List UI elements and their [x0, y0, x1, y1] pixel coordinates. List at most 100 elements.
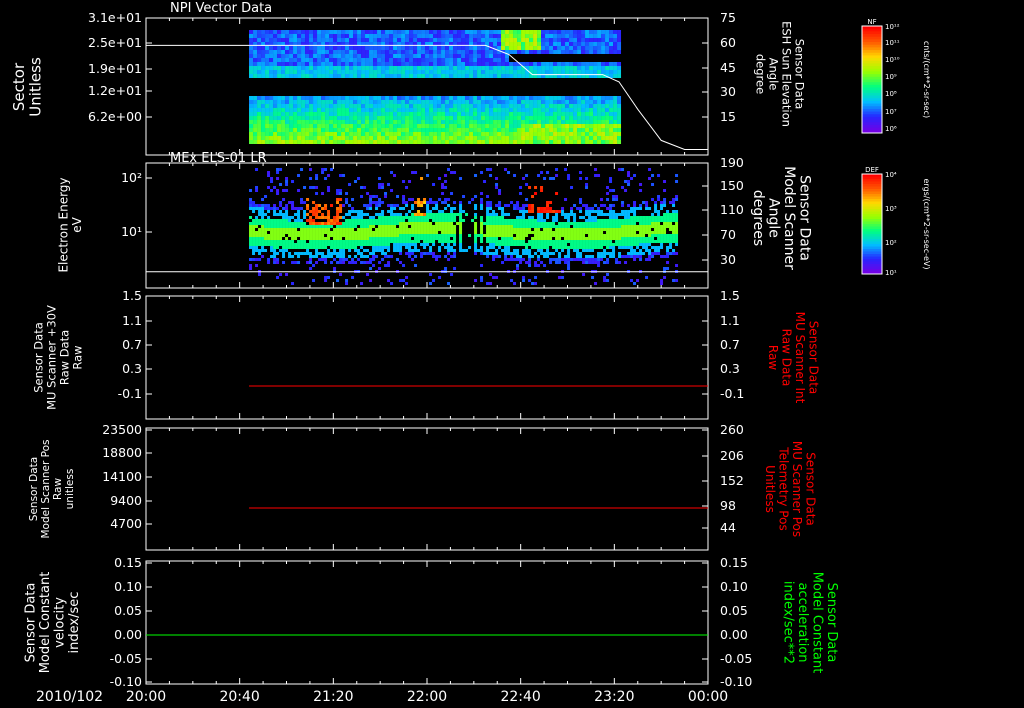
heatmap-cell — [557, 128, 562, 132]
heatmap-cell — [277, 74, 282, 78]
heatmap-cell — [675, 225, 679, 228]
heatmap-cell — [567, 237, 571, 240]
heatmap-cell — [480, 222, 484, 225]
heatmap-cell — [449, 116, 454, 120]
heatmap-cell — [585, 46, 590, 50]
heatmap-cell — [324, 279, 328, 282]
heatmap-cell — [558, 276, 562, 279]
heatmap-cell — [405, 66, 410, 70]
heatmap-cell — [291, 243, 295, 246]
heatmap-cell — [270, 177, 274, 180]
heatmap-cell — [593, 96, 598, 100]
heatmap-cell — [258, 237, 262, 240]
heatmap-cell — [315, 174, 319, 177]
heatmap-cell — [389, 124, 394, 128]
heatmap-cell — [577, 96, 582, 100]
heatmap-cell — [381, 231, 385, 234]
heatmap-cell — [627, 183, 631, 186]
heatmap-cell — [457, 140, 462, 144]
heatmap-cell — [552, 210, 556, 213]
heatmap-cell — [495, 183, 499, 186]
heatmap-cell — [447, 216, 451, 219]
heatmap-cell — [405, 38, 410, 42]
heatmap-cell — [289, 116, 294, 120]
heatmap-cell — [461, 124, 466, 128]
heatmap-cell — [327, 186, 331, 189]
heatmap-cell — [354, 234, 358, 237]
heatmap-cell — [329, 38, 334, 42]
heatmap-cell — [537, 100, 542, 104]
heatmap-cell — [417, 30, 422, 34]
heatmap-cell — [481, 70, 486, 74]
heatmap-cell — [600, 222, 604, 225]
heatmap-cell — [305, 70, 310, 74]
heatmap-cell — [597, 213, 601, 216]
heatmap-cell — [585, 255, 589, 258]
right-y-tick-label: 60 — [720, 35, 736, 50]
heatmap-cell — [330, 234, 334, 237]
heatmap-cell — [285, 177, 289, 180]
heatmap-cell — [612, 231, 616, 234]
heatmap-cell — [273, 255, 277, 258]
heatmap-cell — [528, 258, 532, 261]
heatmap-cell — [381, 183, 385, 186]
heatmap-cell — [309, 104, 314, 108]
heatmap-cell — [594, 222, 598, 225]
heatmap-cell — [577, 112, 582, 116]
heatmap-cell — [510, 228, 514, 231]
heatmap-cell — [309, 58, 314, 62]
heatmap-cell — [549, 210, 553, 213]
heatmap-cell — [585, 140, 590, 144]
heatmap-cell — [433, 104, 438, 108]
heatmap-cell — [561, 136, 566, 140]
heatmap-cell — [663, 180, 667, 183]
heatmap-cell — [537, 104, 542, 108]
heatmap-cell — [573, 240, 577, 243]
heatmap-cell — [413, 50, 418, 54]
heatmap-cell — [249, 50, 254, 54]
heatmap-cell — [432, 228, 436, 231]
heatmap-cell — [321, 104, 326, 108]
heatmap-cell — [432, 213, 436, 216]
heatmap-cell — [517, 50, 522, 54]
heatmap-cell — [305, 124, 310, 128]
heatmap-cell — [445, 136, 450, 140]
heatmap-cell — [423, 246, 427, 249]
heatmap-cell — [273, 70, 278, 74]
heatmap-cell — [533, 38, 538, 42]
heatmap-cell — [545, 50, 550, 54]
heatmap-cell — [492, 258, 496, 261]
heatmap-cell — [265, 54, 270, 58]
heatmap-cell — [507, 246, 511, 249]
heatmap-cell — [549, 108, 554, 112]
heatmap-cell — [267, 243, 271, 246]
heatmap-cell — [363, 219, 367, 222]
heatmap-cell — [261, 198, 265, 201]
heatmap-cell — [545, 112, 550, 116]
heatmap-cell — [300, 243, 304, 246]
heatmap-cell — [366, 234, 370, 237]
heatmap-cell — [435, 258, 439, 261]
heatmap-cell — [597, 70, 602, 74]
heatmap-cell — [444, 201, 448, 204]
heatmap-cell — [411, 171, 415, 174]
heatmap-cell — [531, 195, 535, 198]
heatmap-cell — [329, 62, 334, 66]
heatmap-cell — [654, 210, 658, 213]
heatmap-cell — [429, 62, 434, 66]
heatmap-cell — [342, 231, 346, 234]
heatmap-cell — [501, 46, 506, 50]
heatmap-cell — [342, 225, 346, 228]
heatmap-cell — [663, 255, 667, 258]
heatmap-cell — [480, 198, 484, 201]
y-axis-label: index/sec — [67, 592, 82, 654]
heatmap-cell — [493, 30, 498, 34]
heatmap-cell — [261, 128, 266, 132]
heatmap-cell — [276, 207, 280, 210]
heatmap-cell — [345, 246, 349, 249]
heatmap-cell — [606, 261, 610, 264]
heatmap-cell — [444, 240, 448, 243]
heatmap-cell — [489, 96, 494, 100]
heatmap-cell — [453, 231, 457, 234]
heatmap-cell — [441, 116, 446, 120]
